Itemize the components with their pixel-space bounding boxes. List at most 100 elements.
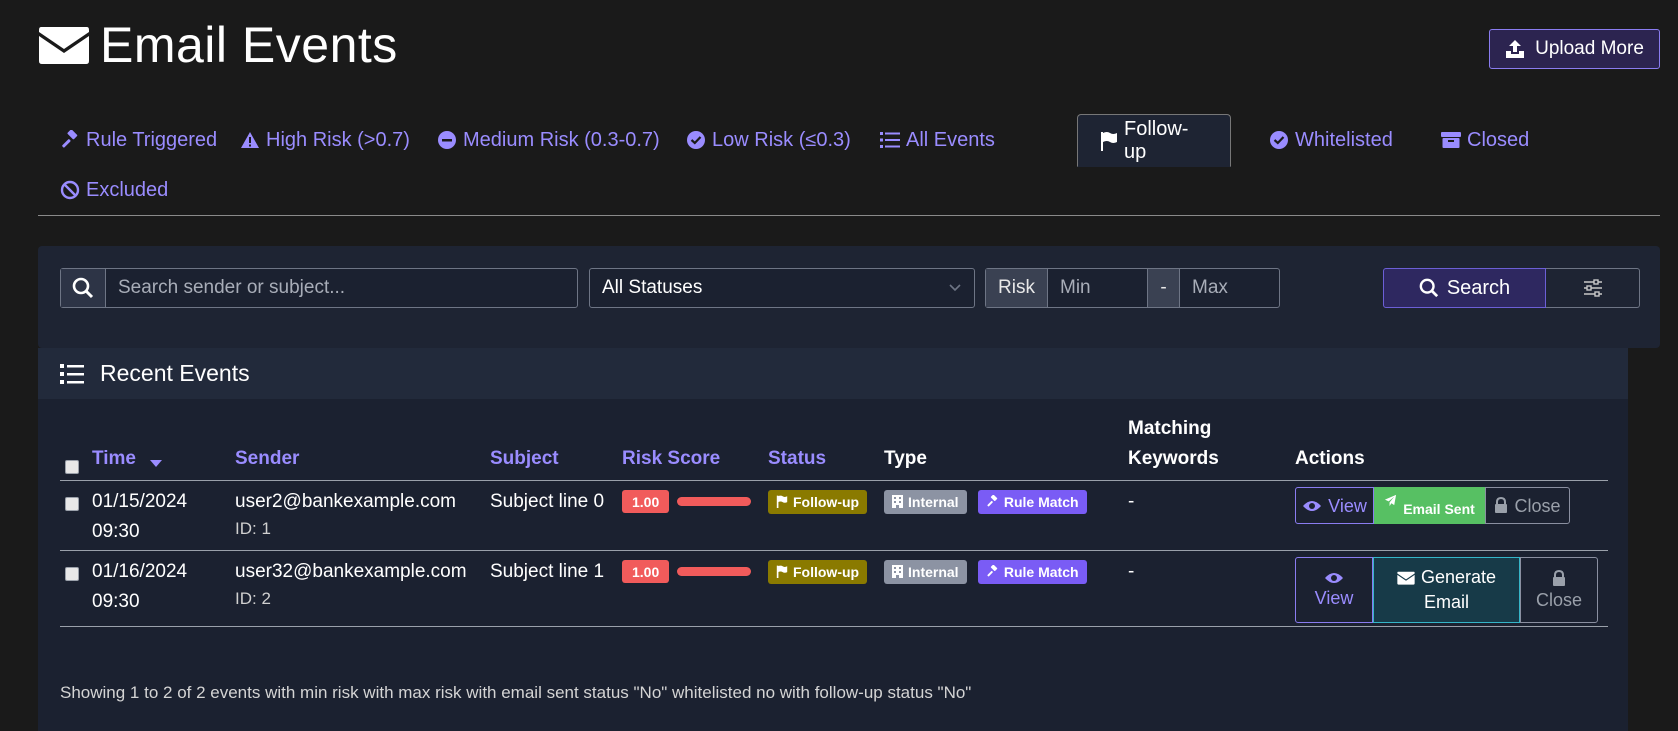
column-time[interactable]: Time	[92, 414, 235, 481]
tab-low-risk[interactable]: Low Risk (≤0.3)	[664, 114, 873, 166]
sliders-icon	[1583, 279, 1602, 297]
status-badge: Follow-up	[768, 559, 868, 584]
row-actions: View Generate Email Close	[1295, 557, 1598, 623]
gavel-icon	[62, 130, 78, 148]
status-select-value: All Statuses	[602, 277, 703, 298]
row-checkbox[interactable]	[65, 567, 79, 581]
tab-whitelisted[interactable]: Whitelisted	[1247, 114, 1415, 166]
search-input[interactable]: Search sender or subject...	[106, 269, 577, 307]
risk-range-group: Risk Min - Max	[985, 268, 1280, 308]
tab-high-risk[interactable]: High Risk (>0.7)	[218, 114, 432, 166]
upload-more-button[interactable]: Upload More	[1489, 29, 1660, 69]
upload-icon	[1506, 40, 1525, 58]
list-icon	[880, 132, 900, 148]
card-header: Recent Events	[38, 348, 1628, 399]
event-id: ID: 2	[235, 589, 271, 608]
risk-label: Risk	[986, 269, 1048, 307]
event-tabs: Rule Triggered High Risk (>0.7) Medium R…	[38, 114, 1660, 216]
check-circle-icon	[1270, 131, 1288, 149]
risk-max-input[interactable]: Max	[1180, 269, 1279, 307]
events-table: Time Sender Subject Risk Score Status Ty…	[60, 414, 1608, 627]
rule-match-badge: Rule Match	[977, 559, 1087, 584]
tab-medium-risk[interactable]: Medium Risk (0.3-0.7)	[415, 114, 682, 166]
subject-text: Subject line 0	[490, 491, 605, 512]
page-header: Email Events	[38, 14, 398, 76]
sender-email: user32@bankexample.com	[235, 561, 467, 582]
column-matching-keywords: Matching Keywords	[1128, 418, 1219, 469]
search-group: Search sender or subject...	[60, 268, 578, 308]
table-row: 01/16/2024 09:30 user32@bankexample.com …	[60, 551, 1608, 627]
recent-events-card: Recent Events Time Sender Subject Risk S…	[38, 348, 1628, 731]
table-row: 01/15/2024 09:30 user2@bankexample.com I…	[60, 481, 1608, 551]
building-icon	[892, 495, 903, 509]
event-date: 01/16/2024	[92, 561, 188, 582]
column-subject[interactable]: Subject	[490, 414, 622, 481]
page-title: Email Events	[100, 17, 398, 73]
tab-rule-triggered[interactable]: Rule Triggered	[38, 114, 239, 166]
generate-email-line: Generate	[1397, 565, 1496, 590]
rule-match-badge: Rule Match	[977, 489, 1087, 514]
gavel-icon	[987, 495, 998, 507]
risk-min-input[interactable]: Min	[1048, 269, 1147, 307]
view-button[interactable]: View	[1295, 487, 1374, 524]
chevron-down-icon	[949, 284, 961, 292]
row-actions: View Email Sent Close	[1295, 487, 1570, 524]
warning-icon	[241, 132, 259, 148]
list-icon	[60, 363, 84, 384]
envelope-icon	[1397, 571, 1415, 585]
search-button[interactable]: Search	[1383, 268, 1546, 308]
column-risk-score[interactable]: Risk Score	[622, 414, 768, 481]
upload-more-label: Upload More	[1535, 38, 1644, 59]
sender-email: user2@bankexample.com	[235, 491, 457, 512]
envelope-icon	[39, 27, 89, 64]
event-id: ID: 1	[235, 519, 271, 538]
close-button[interactable]: Close	[1520, 557, 1598, 623]
lock-icon	[1495, 497, 1508, 513]
status-badge: Follow-up	[768, 489, 868, 514]
eye-icon	[1325, 573, 1343, 583]
table-header-row: Time Sender Subject Risk Score Status Ty…	[60, 414, 1608, 481]
type-badge: Internal	[884, 559, 967, 584]
risk-score-badge: 1.00	[622, 560, 670, 584]
view-button[interactable]: View	[1295, 557, 1373, 623]
card-title: Recent Events	[100, 360, 250, 386]
search-icon	[1419, 278, 1438, 298]
tab-all-events[interactable]: All Events	[858, 114, 1017, 166]
lock-icon	[1553, 569, 1565, 586]
tab-follow-up[interactable]: Follow-up	[1077, 114, 1231, 167]
select-all-checkbox[interactable]	[65, 460, 79, 474]
search-button-label: Search	[1446, 276, 1511, 299]
risk-score-badge: 1.00	[622, 490, 670, 514]
email-sent-button[interactable]: Email Sent	[1374, 487, 1485, 524]
generate-email-button[interactable]: Generate Email	[1373, 557, 1520, 623]
flag-icon	[776, 496, 788, 509]
pagination-summary: Showing 1 to 2 of 2 events with min risk…	[60, 683, 972, 702]
paper-plane-icon	[1385, 494, 1397, 507]
type-badge: Internal	[884, 489, 967, 514]
column-status[interactable]: Status	[768, 414, 884, 481]
tab-closed[interactable]: Closed	[1419, 114, 1551, 166]
eye-icon	[1303, 500, 1322, 511]
subject-text: Subject line 1	[490, 561, 605, 582]
archive-icon	[1441, 132, 1461, 148]
matching-keywords: -	[1128, 561, 1135, 582]
event-time: 09:30	[92, 521, 140, 542]
status-select[interactable]: All Statuses	[589, 268, 975, 308]
ban-icon	[60, 180, 80, 200]
column-actions: Actions	[1295, 448, 1365, 469]
column-type: Type	[884, 448, 927, 469]
advanced-filters-button[interactable]	[1546, 268, 1640, 308]
column-sender[interactable]: Sender	[235, 414, 490, 481]
tab-excluded[interactable]: Excluded	[38, 164, 190, 216]
row-checkbox[interactable]	[65, 497, 79, 511]
risk-score-bar	[677, 567, 752, 577]
minus-circle-icon	[438, 131, 456, 149]
event-date: 01/15/2024	[92, 491, 188, 512]
risk-range-dash: -	[1147, 269, 1180, 307]
close-button[interactable]: Close	[1485, 487, 1570, 524]
check-circle-icon	[687, 131, 705, 149]
flag-icon	[776, 566, 788, 579]
flag-icon	[1101, 131, 1117, 151]
matching-keywords: -	[1128, 491, 1135, 512]
risk-score-bar	[677, 497, 752, 507]
